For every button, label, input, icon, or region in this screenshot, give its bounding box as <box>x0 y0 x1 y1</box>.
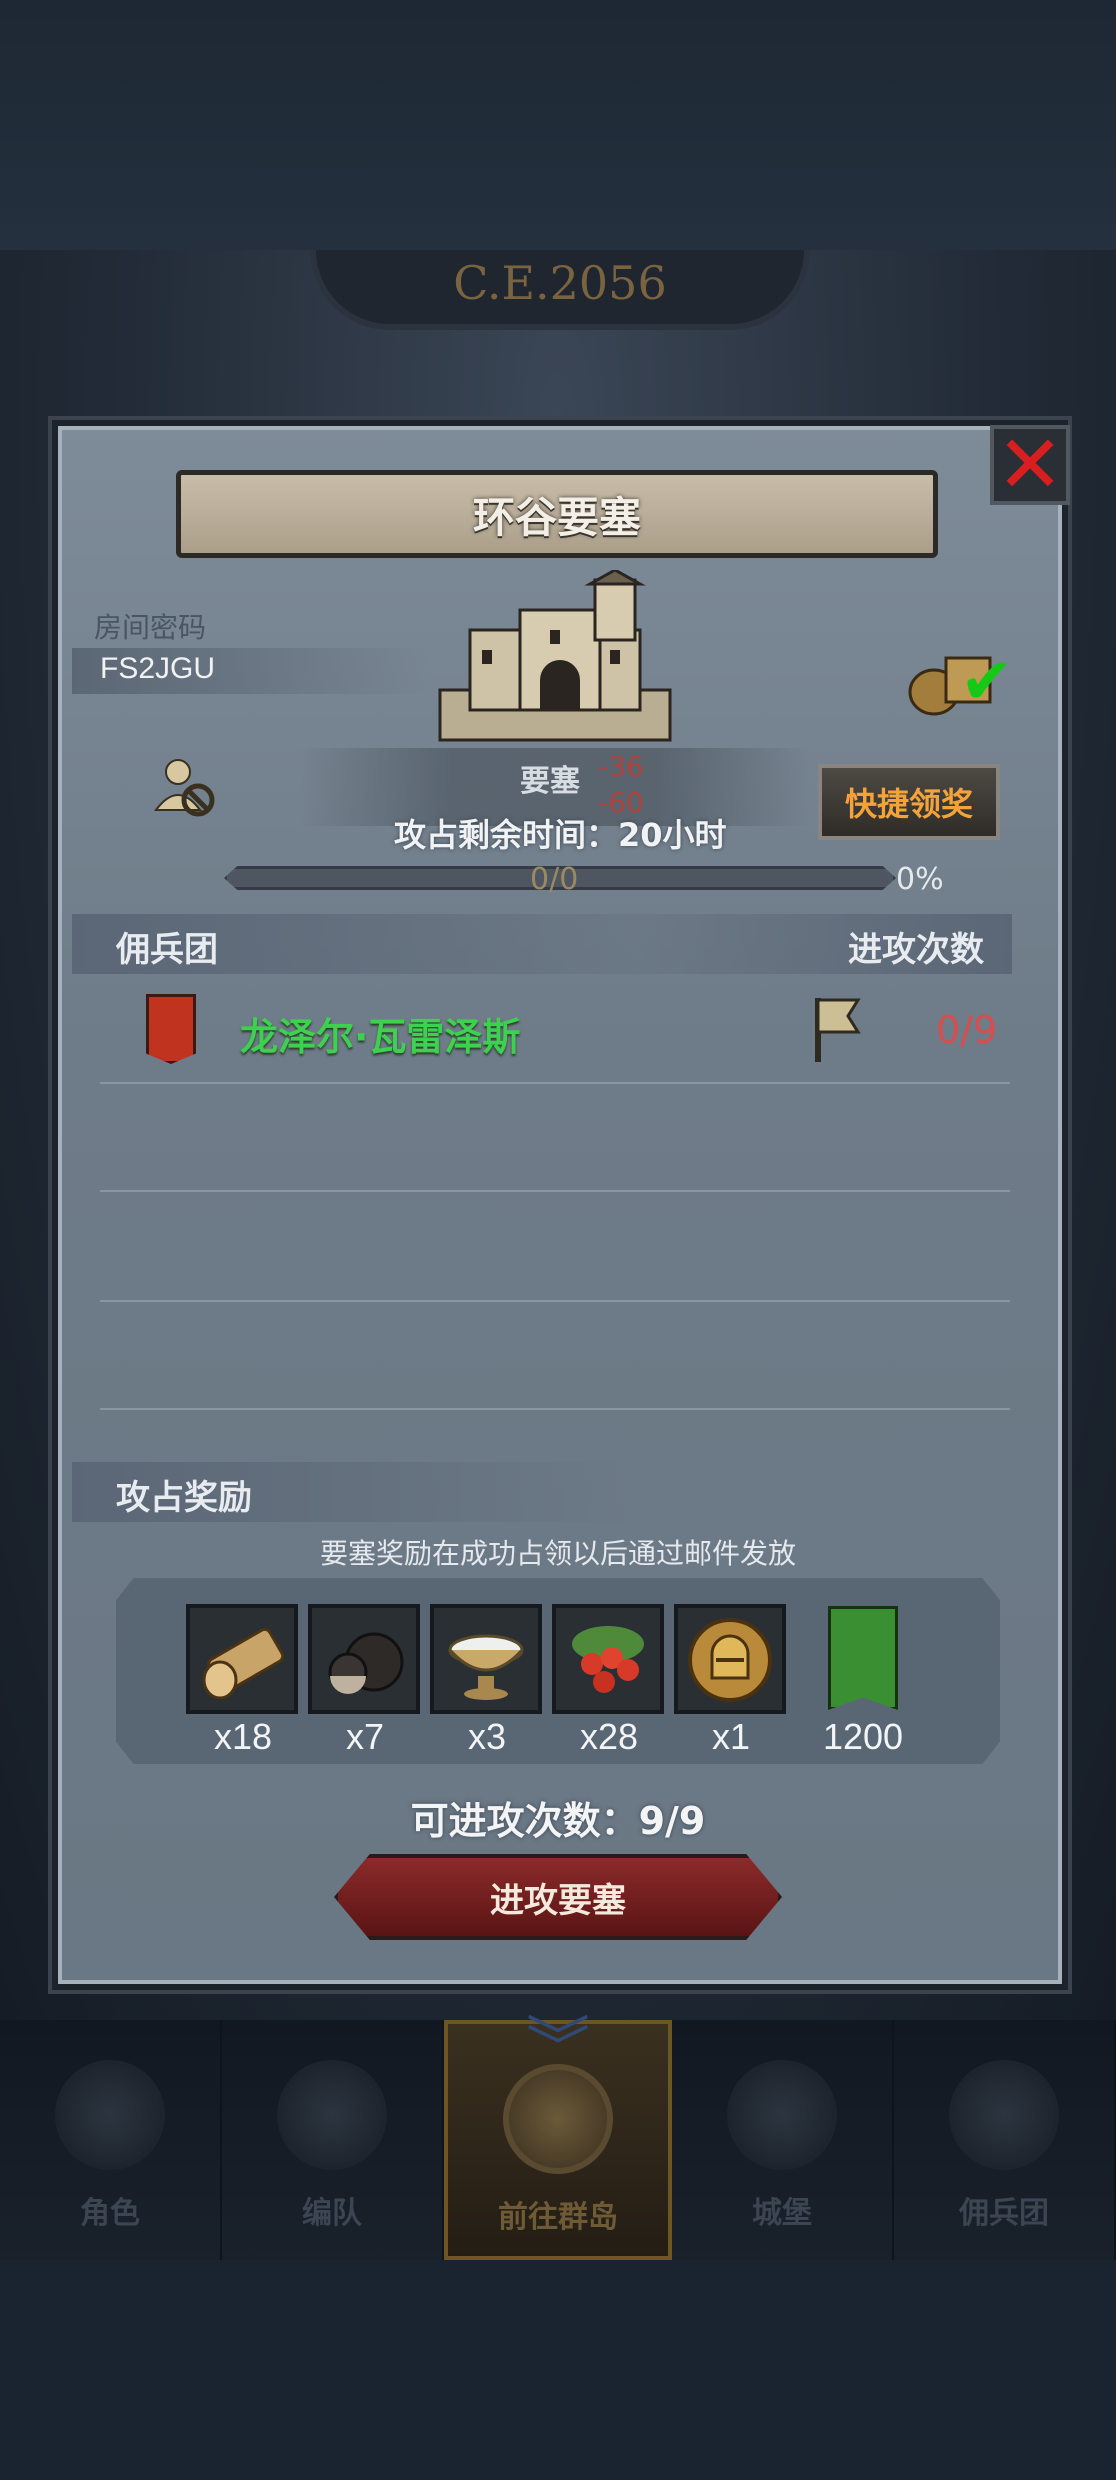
nav-label: 佣兵团 <box>959 2196 1049 2231</box>
nav-tab-formation[interactable]: 编队 <box>222 2020 444 2260</box>
nav-label: 编队 <box>302 2196 362 2231</box>
bottom-nav: 角色 编队 ︾ 前往群岛 城堡 佣兵团 <box>0 2016 1116 2260</box>
wood-log-icon <box>202 1627 285 1700</box>
room-code-label: 房间密码 <box>94 611 207 644</box>
progress-percent: 0% <box>896 862 944 897</box>
quick-claim-label: 快捷领奖 <box>844 785 973 823</box>
top-backdrop <box>0 0 1116 250</box>
attempts-left: 可进攻次数：9/9 <box>410 1799 706 1843</box>
room-code[interactable]: FS2JGU <box>100 652 215 686</box>
berries-icon <box>572 1626 644 1693</box>
salt-bowl-icon <box>448 1634 524 1700</box>
nav-tab-character[interactable]: 角色 <box>0 2020 222 2260</box>
nav-tab-castle[interactable]: 城堡 <box>672 2020 894 2260</box>
reward-item-helmet-coin[interactable] <box>674 1604 786 1714</box>
row-divider <box>100 1082 1010 1084</box>
mercenary-emblem-icon <box>146 994 196 1064</box>
close-icon: ✕ <box>996 418 1064 511</box>
check-icon: ✔ <box>960 645 1014 719</box>
resource-name-sandstone: 砂岩 <box>466 755 523 788</box>
attack-count-header: 进攻次数 <box>848 930 984 970</box>
formation-icon <box>277 2060 387 2170</box>
reward-qty-banner: 1200 <box>822 1716 904 1757</box>
nav-label: 前往群岛 <box>498 2200 618 2235</box>
nav-tab-mercenaries[interactable]: 佣兵团 <box>894 2020 1116 2260</box>
knight-helmet-coin-icon <box>688 1618 772 1702</box>
mercenary-section-title: 佣兵团 <box>116 930 218 970</box>
player-disabled-icon[interactable] <box>150 752 220 822</box>
fortress-icon <box>438 570 672 742</box>
reward-section-title: 攻占奖励 <box>116 1478 252 1518</box>
time-remaining: 攻占剩余时间：20小时 <box>394 816 727 854</box>
mercenary-icon <box>949 2060 1059 2170</box>
title-banner: 环谷要塞 <box>176 470 938 558</box>
reward-item-truffle[interactable] <box>308 1604 420 1714</box>
era-dial: C.E.2056 <box>310 250 810 330</box>
reward-item-salt[interactable] <box>430 1604 542 1714</box>
progress-text: 0/0 <box>530 862 579 897</box>
reward-qty-salt: x3 <box>467 1716 507 1757</box>
compass-map-icon <box>503 2064 613 2174</box>
reward-item-berries[interactable] <box>552 1604 664 1714</box>
knight-icon <box>55 2060 165 2170</box>
nav-label: 城堡 <box>752 2196 812 2231</box>
reward-qty-truffle: x7 <box>345 1716 385 1757</box>
mercenary-name[interactable]: 龙泽尔·瓦雷泽斯 <box>240 1006 520 1061</box>
nav-label: 角色 <box>80 2196 140 2231</box>
castle-icon <box>727 2060 837 2170</box>
reward-qty-helmet-coin: x1 <box>711 1716 751 1757</box>
fortress-label: 要塞 <box>520 764 580 799</box>
mercenary-attack-count: 0/9 <box>936 1008 998 1052</box>
nav-tab-islands[interactable]: ︾ 前往群岛 <box>444 2016 672 2260</box>
quick-claim-button[interactable]: 快捷领奖 <box>818 764 1000 840</box>
attack-fortress-button[interactable]: 进攻要塞 <box>334 1854 782 1940</box>
tree-banner-icon[interactable] <box>828 1606 898 1710</box>
reward-qty-wood: x18 <box>213 1716 273 1757</box>
dialog-title: 环谷要塞 <box>472 492 641 542</box>
reward-item-wood[interactable] <box>186 1604 298 1714</box>
era-label: C.E.2056 <box>453 256 667 310</box>
reward-qty-berries: x28 <box>579 1716 639 1757</box>
reward-note: 要塞奖励在成功占领以后通过邮件发放 <box>319 1537 796 1570</box>
row-divider <box>100 1408 1010 1410</box>
close-button[interactable]: ✕ <box>990 425 1070 505</box>
resource-delta-sandstone: -36 <box>598 750 644 783</box>
row-divider <box>100 1190 1010 1192</box>
truffle-icon <box>328 1632 404 1694</box>
attack-fortress-label: 进攻要塞 <box>490 1880 626 1921</box>
row-divider <box>100 1300 1010 1302</box>
flag-icon <box>815 998 861 1062</box>
